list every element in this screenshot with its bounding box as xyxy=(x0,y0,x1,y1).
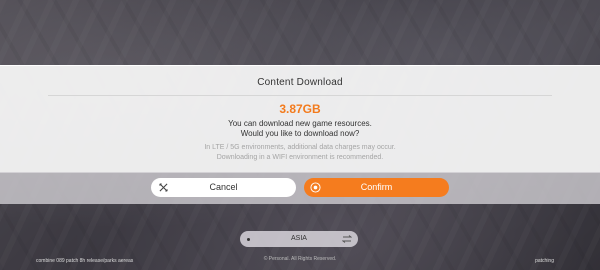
status-text: patching xyxy=(535,258,554,264)
region-label: ASIA xyxy=(291,235,307,242)
download-size: 3.87GB xyxy=(279,102,321,116)
note-line-1: In LTE / 5G environments, additional dat… xyxy=(204,144,396,151)
message-line-2: Would you like to download now? xyxy=(240,129,360,138)
title-divider xyxy=(48,95,552,96)
confirm-label: Confirm xyxy=(360,182,393,192)
region-selector[interactable]: ASIA xyxy=(240,231,358,247)
cancel-label: Cancel xyxy=(209,182,238,192)
note-line-2: Downloading in a WIFI environment is rec… xyxy=(216,154,384,161)
content-download-dialog: Content Download 3.87GB You can download… xyxy=(0,65,600,173)
cancel-button[interactable]: Cancel xyxy=(151,178,296,197)
dialog-button-bar: Cancel Confirm xyxy=(0,172,600,204)
confirm-circle-icon xyxy=(310,182,321,193)
confirm-button[interactable]: Confirm xyxy=(304,178,449,197)
download-message: You can download new game resources. Wou… xyxy=(0,119,600,139)
message-line-1: You can download new game resources. xyxy=(228,119,372,128)
swap-arrows-icon xyxy=(342,235,352,243)
region-dot-icon xyxy=(247,238,250,241)
data-charge-note: In LTE / 5G environments, additional dat… xyxy=(0,143,600,163)
copyright-text: © Personal. All Rights Reserved. xyxy=(263,256,337,262)
close-icon xyxy=(159,183,168,192)
dialog-title: Content Download xyxy=(257,77,343,88)
